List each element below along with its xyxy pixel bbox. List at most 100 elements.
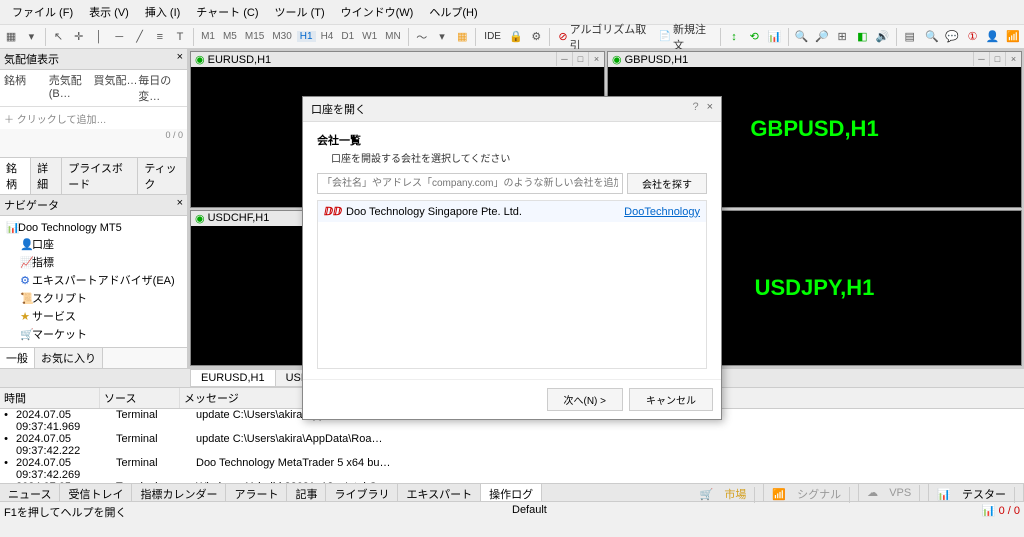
menu-file[interactable]: ファイル (F) [4, 2, 81, 22]
find-company-button[interactable]: 会社を探す [627, 173, 707, 194]
sb-signal[interactable]: 📶 シグナル [764, 484, 859, 501]
account-icon[interactable]: 👤 [984, 27, 1002, 47]
tf-m30[interactable]: M30 [269, 31, 294, 42]
search-icon[interactable]: 🔍 [923, 27, 941, 47]
tab-library[interactable]: ライブラリ [326, 484, 398, 501]
close-icon[interactable]: × [177, 197, 183, 213]
tf-w1[interactable]: W1 [359, 31, 380, 42]
lock-icon[interactable]: 🔒 [507, 27, 525, 47]
cancel-button[interactable]: キャンセル [629, 388, 713, 411]
col-time[interactable]: 時間 [0, 388, 100, 408]
menu-tools[interactable]: ツール (T) [267, 2, 333, 22]
tf-h1[interactable]: H1 [297, 31, 316, 42]
nav-indicators[interactable]: 📈指標 [4, 253, 183, 271]
help-icon[interactable]: ? [692, 101, 698, 113]
zoom-out-icon[interactable]: 🔎 [813, 27, 831, 47]
tab-tick[interactable]: ティック [138, 158, 187, 194]
maximize-icon[interactable]: □ [572, 52, 588, 66]
sb-vps[interactable]: ☁ VPS [859, 484, 929, 501]
tf-m5[interactable]: M5 [220, 31, 240, 42]
tf-m1[interactable]: M1 [198, 31, 218, 42]
log-row[interactable]: •2024.07.05 09:37:42.269TerminalDoo Tech… [0, 457, 1024, 481]
menu-chart[interactable]: チャート (C) [188, 2, 266, 22]
company-item[interactable]: ⅅⅅDoo Technology Singapore Pte. Ltd. Doo… [318, 201, 706, 222]
shift-icon[interactable]: ↕ [725, 27, 743, 47]
chat-icon[interactable]: 💬 [943, 27, 961, 47]
close-icon[interactable]: × [707, 101, 713, 113]
maximize-icon[interactable]: □ [989, 52, 1005, 66]
line-chart-icon[interactable]: 〜 [413, 27, 431, 47]
sb-tester[interactable]: 📊 テスター [929, 484, 1024, 501]
close-icon[interactable]: × [177, 51, 183, 67]
menu-help[interactable]: ヘルプ(H) [421, 2, 485, 22]
templates-icon[interactable]: ▦ [453, 27, 471, 47]
text-icon[interactable]: T [171, 27, 189, 47]
network-icon[interactable]: 📶 [1004, 27, 1022, 47]
new-chart-icon[interactable]: ▦ [2, 27, 20, 47]
nav-experts[interactable]: ⚙エキスパートアドバイザ(EA) [4, 271, 183, 289]
cursor-icon[interactable]: ↖ [49, 27, 67, 47]
autoscroll-icon[interactable]: ⟲ [745, 27, 763, 47]
zoom-in-icon[interactable]: 🔍 [792, 27, 810, 47]
sb-market[interactable]: 🛒 市場 [692, 484, 765, 501]
tab-mailbox[interactable]: 受信トレイ [60, 484, 132, 501]
statusbar: F1を押してヘルプを開く Default 📊 0 / 0 [0, 501, 1024, 519]
fibo-icon[interactable]: ≡ [151, 27, 169, 47]
tab-symbols[interactable]: 銘柄 [0, 158, 31, 194]
navigator-tree: 📊Doo Technology MT5 👤口座 📈指標 ⚙エキスパートアドバイザ… [0, 216, 187, 347]
close-icon[interactable]: × [1005, 52, 1021, 66]
trade-panel-icon[interactable]: ▤ [901, 27, 919, 47]
indicator-icon: 📈 [20, 256, 30, 269]
menu-view[interactable]: 表示 (V) [81, 2, 137, 22]
click-to-add[interactable]: ＋ クリックして追加… [0, 107, 187, 130]
tab-journal[interactable]: 操作ログ [481, 484, 542, 501]
vline-icon[interactable]: │ [90, 27, 108, 47]
nav-accounts[interactable]: 👤口座 [4, 235, 183, 253]
company-search-input[interactable] [317, 173, 623, 194]
tf-m15[interactable]: M15 [242, 31, 267, 42]
expert-icon: ⚙ [20, 274, 30, 287]
tab-calendar[interactable]: 指標カレンダー [132, 484, 226, 501]
nav-services[interactable]: ★サービス [4, 307, 183, 325]
hline-icon[interactable]: ─ [110, 27, 128, 47]
log-row[interactable]: •2024.07.05 09:37:42.222Terminalupdate C… [0, 433, 1024, 457]
trendline-icon[interactable]: ╱ [130, 27, 148, 47]
next-button[interactable]: 次へ(N) > [547, 388, 624, 411]
tf-d1[interactable]: D1 [338, 31, 357, 42]
navigator-tabs: 一般 お気に入り [0, 347, 187, 368]
help-hint: F1を押してヘルプを開く [4, 504, 127, 517]
nav-scripts[interactable]: 📜スクリプト [4, 289, 183, 307]
tab-articles[interactable]: 記事 [287, 484, 326, 501]
log-row[interactable]: •2024.07.05 09:37:42.269TerminalWindows … [0, 481, 1024, 483]
menu-insert[interactable]: 挿入 (I) [137, 2, 188, 22]
profiles-icon[interactable]: ▾ [22, 27, 40, 47]
tf-h4[interactable]: H4 [318, 31, 337, 42]
crosshair-icon[interactable]: ✛ [70, 27, 88, 47]
tab-priceboard[interactable]: プライスボード [62, 158, 138, 194]
tf-mn[interactable]: MN [382, 31, 404, 42]
notification-icon[interactable]: ① [963, 27, 981, 47]
tile-icon[interactable]: ⊞ [833, 27, 851, 47]
sound-icon[interactable]: 🔊 [873, 27, 891, 47]
indicator-icon[interactable]: 📊 [765, 27, 783, 47]
menu-window[interactable]: ウインドウ(W) [333, 2, 422, 22]
options-icon[interactable]: ⚙ [527, 27, 545, 47]
tab-general[interactable]: 一般 [0, 348, 35, 368]
depth-icon[interactable]: ◧ [853, 27, 871, 47]
nav-root[interactable]: 📊Doo Technology MT5 [4, 220, 183, 235]
chart-tab-eurusd[interactable]: EURUSD,H1 [190, 369, 276, 387]
tab-alerts[interactable]: アラート [226, 484, 287, 501]
company-link[interactable]: DooTechnology [624, 206, 700, 218]
tab-news[interactable]: ニュース [0, 484, 60, 501]
col-source[interactable]: ソース [100, 388, 180, 408]
minimize-icon[interactable]: ─ [556, 52, 572, 66]
tab-experts[interactable]: エキスパート [398, 484, 481, 501]
close-icon[interactable]: × [588, 52, 604, 66]
nav-market[interactable]: 🛒マーケット [4, 325, 183, 343]
chart-type-icon[interactable]: ▾ [433, 27, 451, 47]
minimize-icon[interactable]: ─ [973, 52, 989, 66]
ide-button[interactable]: IDE [480, 29, 505, 44]
tab-favorites[interactable]: お気に入り [35, 348, 103, 368]
tab-details[interactable]: 詳細 [31, 158, 62, 194]
company-list: ⅅⅅDoo Technology Singapore Pte. Ltd. Doo… [317, 200, 707, 369]
